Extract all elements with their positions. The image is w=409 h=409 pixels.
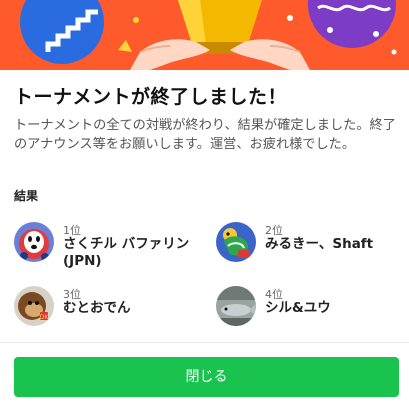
svg-text:DK: DK xyxy=(40,314,50,321)
koopa-avatar-icon xyxy=(216,222,256,262)
donkey-kong-avatar-icon: DK xyxy=(14,286,54,326)
dialog-title: トーナメントが終了しました！ xyxy=(14,86,288,108)
fish-avatar-icon xyxy=(216,286,256,326)
shy-guy-avatar-icon xyxy=(14,222,54,262)
results-heading: 結果 xyxy=(14,189,39,203)
dialog-description: トーナメントの全ての対戦が終わり、結果が確定しました。終了のアナウンス等をお願い… xyxy=(14,118,396,152)
trophy-illustration xyxy=(0,0,409,70)
result-item-4: 4位 シル&ユウ xyxy=(216,286,406,336)
result-item-2: 2位 みるきー、Shaft xyxy=(216,222,406,272)
result-item-1: 1位 さくチル バファリン(JPN) xyxy=(14,222,204,272)
player-name: シル&ユウ xyxy=(265,300,331,316)
player-name: むとおでん xyxy=(63,300,131,316)
result-item-3: DK 3位 むとおでん xyxy=(14,286,204,336)
footer-divider xyxy=(0,342,409,343)
player-name: さくチル バファリン(JPN) xyxy=(63,236,190,269)
header-banner xyxy=(0,0,409,70)
player-name: みるきー、Shaft xyxy=(265,236,374,252)
close-button[interactable]: 閉じる xyxy=(14,357,399,397)
